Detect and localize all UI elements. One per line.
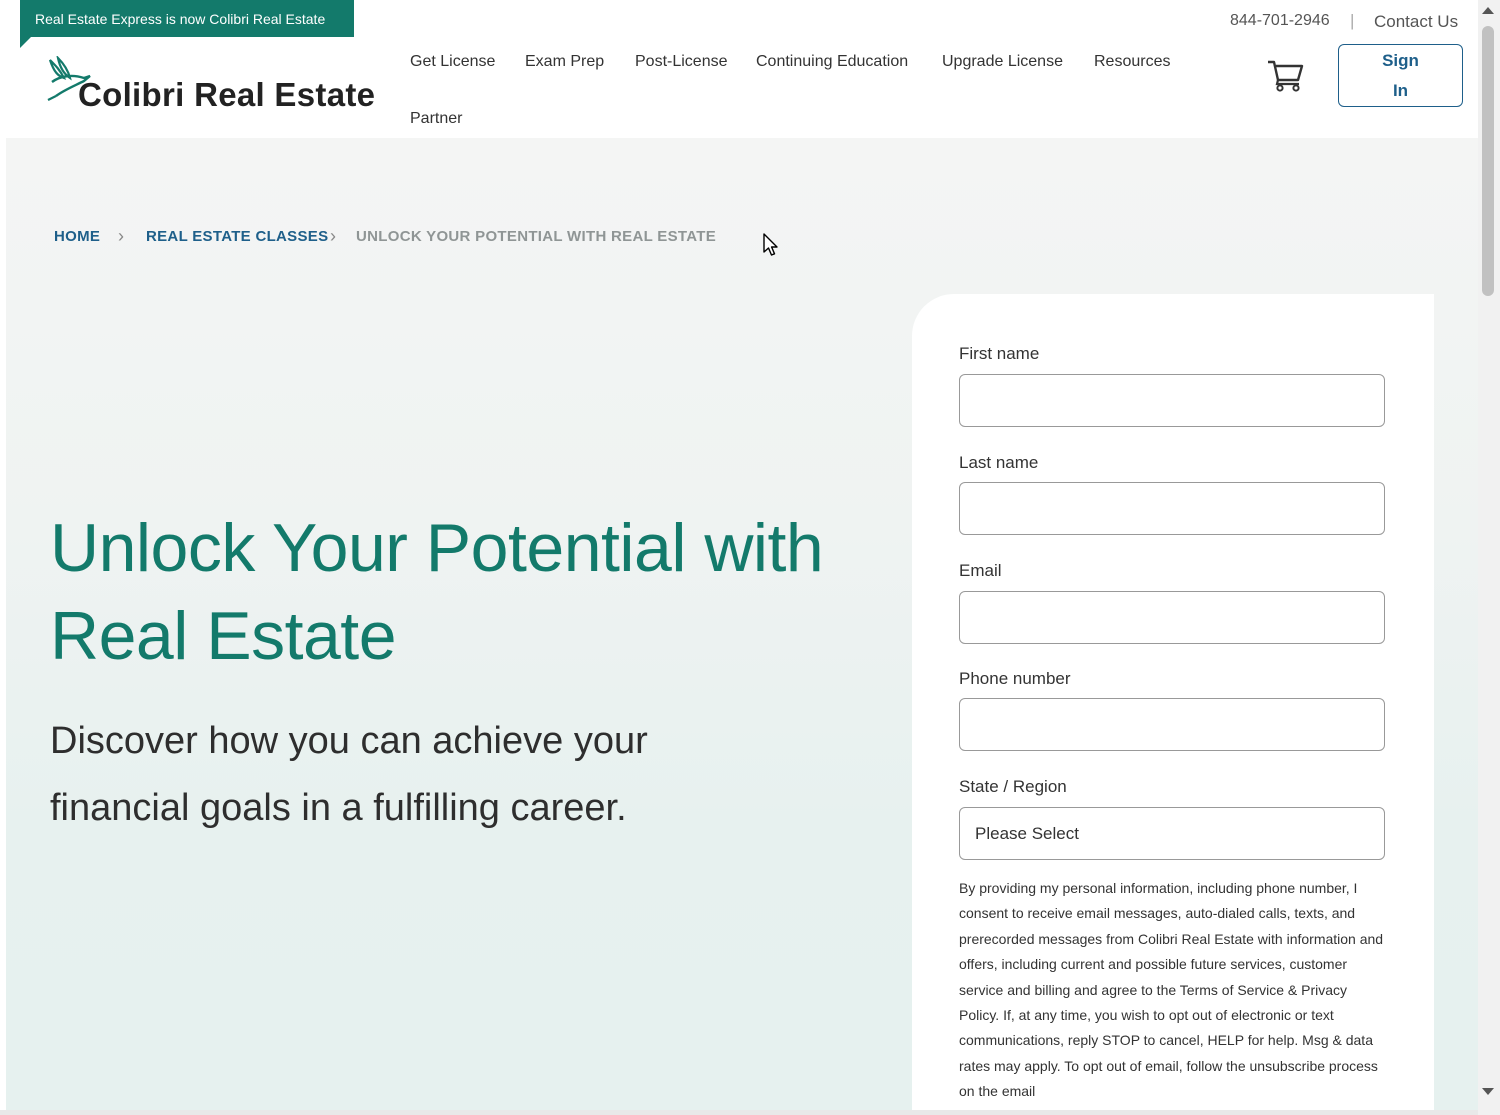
breadcrumb-current: UNLOCK YOUR POTENTIAL WITH REAL ESTATE bbox=[356, 228, 717, 245]
last-name-label: Last name bbox=[959, 453, 1039, 472]
breadcrumb-real-estate-classes[interactable]: REAL ESTATE CLASSES bbox=[146, 228, 328, 245]
contact-us-link[interactable]: Contact Us bbox=[1374, 12, 1458, 32]
hero-section: HOME › REAL ESTATE CLASSES › UNLOCK YOUR… bbox=[6, 138, 1478, 1115]
sign-in-label-line1: Sign bbox=[1382, 51, 1419, 70]
nav-partner[interactable]: Partner bbox=[410, 110, 462, 128]
sign-in-label-line2: In bbox=[1392, 81, 1409, 100]
sign-in-button[interactable]: Sign In bbox=[1338, 44, 1463, 107]
nav-post-license[interactable]: Post-License bbox=[635, 53, 728, 71]
phone-number-label: Phone number bbox=[959, 669, 1071, 688]
state-region-select[interactable]: Please Select bbox=[959, 807, 1385, 860]
scroll-thumb[interactable] bbox=[1482, 26, 1494, 296]
nav-get-license[interactable]: Get License bbox=[410, 53, 495, 71]
email-label: Email bbox=[959, 561, 1002, 580]
site-header: Real Estate Express is now Colibri Real … bbox=[6, 0, 1478, 138]
hero-title-line2: Real Estate bbox=[50, 598, 397, 674]
first-name-field[interactable] bbox=[959, 374, 1385, 427]
promo-banner-tail bbox=[20, 37, 31, 48]
last-name-field[interactable] bbox=[959, 482, 1385, 535]
vertical-scrollbar[interactable] bbox=[1478, 0, 1500, 1115]
breadcrumb-home[interactable]: HOME bbox=[54, 228, 100, 245]
nav-exam-prep[interactable]: Exam Prep bbox=[525, 53, 604, 71]
consent-text: By providing my personal information, in… bbox=[959, 880, 1384, 1100]
logo[interactable]: Colibri Real Estate bbox=[44, 56, 375, 116]
state-region-value: Please Select bbox=[975, 823, 1079, 843]
email-field[interactable] bbox=[959, 591, 1385, 644]
logo-text: Colibri Real Estate bbox=[78, 76, 376, 113]
hero-title-line1: Unlock Your Potential with bbox=[50, 510, 824, 586]
hero-subtitle: Discover how you can achieve your financ… bbox=[50, 708, 810, 842]
state-region-label: State / Region bbox=[959, 777, 1067, 796]
hero-title: Unlock Your Potential with Real Estate bbox=[50, 504, 870, 680]
mouse-cursor-icon bbox=[763, 233, 778, 256]
first-name-label: First name bbox=[959, 344, 1040, 363]
phone-number[interactable]: 844-701-2946 bbox=[1230, 12, 1330, 30]
hero-subtitle-line1: Discover how you can achieve your bbox=[50, 720, 648, 762]
nav-upgrade-license[interactable]: Upgrade License bbox=[942, 53, 1063, 71]
chevron-right-icon: › bbox=[118, 226, 125, 246]
window-bottom-edge bbox=[0, 1110, 1478, 1115]
scroll-down-arrow-icon[interactable] bbox=[1482, 1088, 1494, 1095]
promo-banner-text: Real Estate Express is now Colibri Real … bbox=[35, 10, 326, 27]
chevron-right-icon: › bbox=[330, 226, 337, 246]
scroll-up-arrow-icon[interactable] bbox=[1482, 7, 1494, 14]
utility-separator: | bbox=[1350, 11, 1355, 30]
nav-resources[interactable]: Resources bbox=[1094, 53, 1170, 71]
nav-continuing-education[interactable]: Continuing Education bbox=[756, 53, 908, 71]
cart-icon[interactable] bbox=[1266, 58, 1304, 92]
phone-number-field[interactable] bbox=[959, 698, 1385, 751]
promo-banner: Real Estate Express is now Colibri Real … bbox=[20, 0, 354, 37]
lead-form: First name Last name Email Phone number … bbox=[912, 294, 1434, 1115]
hero-subtitle-line2: financial goals in a fulfilling career. bbox=[50, 787, 627, 829]
